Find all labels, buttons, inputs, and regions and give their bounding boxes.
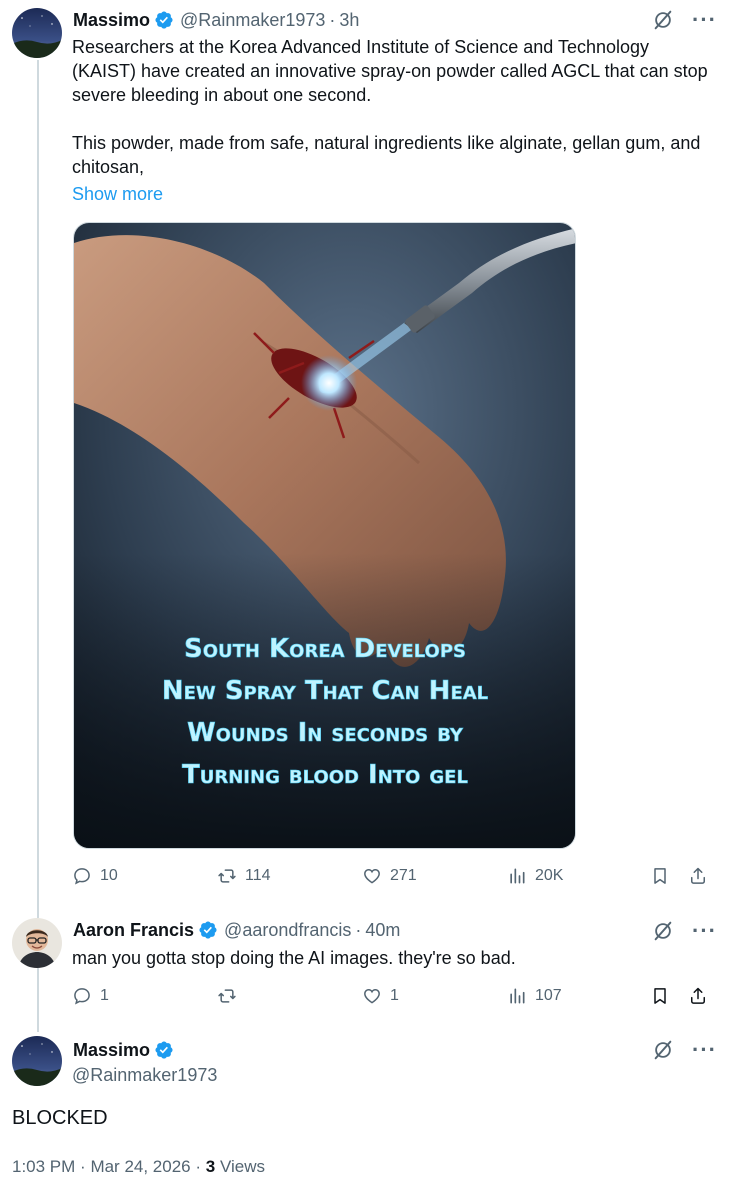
caption-line-2: New Spray That Can Heal xyxy=(162,676,488,706)
action-bar-2: 1 1 107 xyxy=(72,986,712,1010)
action-bar-1: 10 114 271 20K xyxy=(72,866,712,890)
verified-badge-icon xyxy=(154,1040,174,1060)
share-button[interactable] xyxy=(688,866,708,886)
verified-badge-icon xyxy=(198,920,218,940)
author-handle[interactable]: @Rainmaker1973 xyxy=(72,1064,217,1086)
post-date: Mar 24, 2026 xyxy=(90,1157,191,1176)
verified-badge-icon xyxy=(154,10,174,30)
thread-line-2 xyxy=(37,968,39,1032)
bookmark-icon xyxy=(650,986,670,1006)
avatar-massimo[interactable] xyxy=(12,1036,62,1086)
like-icon xyxy=(362,986,382,1006)
thread-line-1 xyxy=(37,60,39,918)
tweet-timestamp[interactable]: 1:03 PM · Mar 24, 2026 · 3 Views xyxy=(12,1157,265,1177)
views-count: 107 xyxy=(535,987,562,1004)
reply-icon xyxy=(72,986,92,1006)
caption-line-4: Turning blood Into gel xyxy=(182,760,468,790)
reply-button[interactable]: 1 xyxy=(72,986,109,1006)
more-icon[interactable]: ··· xyxy=(692,1039,717,1061)
caption-line-1: South Korea Develops xyxy=(184,634,466,664)
avatar-aaron[interactable] xyxy=(12,918,62,968)
grok-icon[interactable] xyxy=(652,920,674,942)
grok-icon[interactable] xyxy=(652,1039,674,1061)
separator-dot: · xyxy=(329,10,336,30)
separator-dot: · xyxy=(195,1157,206,1176)
tweet-text: BLOCKED xyxy=(12,1107,108,1129)
like-count: 1 xyxy=(390,987,399,1004)
author-name[interactable]: Massimo xyxy=(73,1039,150,1061)
like-button[interactable]: 271 xyxy=(362,866,417,886)
avatar-massimo[interactable] xyxy=(12,8,62,58)
views-icon xyxy=(507,986,527,1006)
tweet-time[interactable]: 40m xyxy=(365,919,400,941)
more-icon[interactable]: ··· xyxy=(692,920,717,942)
like-icon xyxy=(362,866,382,886)
author-handle[interactable]: @aarondfrancis xyxy=(224,919,351,941)
bookmark-button[interactable] xyxy=(650,986,670,1006)
reply-button[interactable]: 10 xyxy=(72,866,118,886)
reply-count: 10 xyxy=(100,867,118,884)
reply-icon xyxy=(72,866,92,886)
author-name[interactable]: Aaron Francis xyxy=(73,919,194,941)
post-time: 1:03 PM xyxy=(12,1157,76,1176)
views-count: 20K xyxy=(535,867,564,884)
tweet-text: man you gotta stop doing the AI images. … xyxy=(72,948,516,968)
repost-button[interactable] xyxy=(217,986,245,1006)
repost-icon xyxy=(217,866,237,886)
views-button[interactable]: 107 xyxy=(507,986,562,1006)
show-more-link[interactable]: Show more xyxy=(72,182,163,206)
tweet-image[interactable]: South Korea Develops New Spray That Can … xyxy=(73,222,576,849)
tweet-time[interactable]: 3h xyxy=(339,9,359,31)
repost-button[interactable]: 114 xyxy=(217,866,271,886)
repost-count: 114 xyxy=(245,867,271,884)
tweet-text: Researchers at the Korea Advanced Instit… xyxy=(72,37,708,177)
share-button[interactable] xyxy=(688,986,708,1006)
more-icon[interactable]: ··· xyxy=(692,9,717,31)
views-icon xyxy=(507,866,527,886)
grok-icon[interactable] xyxy=(652,9,674,31)
like-button[interactable]: 1 xyxy=(362,986,399,1006)
views-count: 3 xyxy=(205,1157,216,1176)
author-name[interactable]: Massimo xyxy=(73,9,150,31)
share-icon xyxy=(688,866,708,886)
reply-count: 1 xyxy=(100,987,109,1004)
separator-dot: · xyxy=(355,920,362,940)
bookmark-icon xyxy=(650,866,670,886)
separator-dot: · xyxy=(80,1157,91,1176)
repost-icon xyxy=(217,986,237,1006)
views-button[interactable]: 20K xyxy=(507,866,563,886)
views-label: Views xyxy=(219,1157,265,1176)
caption-line-3: Wounds In seconds by xyxy=(187,718,464,748)
share-icon xyxy=(688,986,708,1006)
bookmark-button[interactable] xyxy=(650,866,670,886)
author-handle[interactable]: @Rainmaker1973 xyxy=(180,9,325,31)
like-count: 271 xyxy=(390,867,417,884)
